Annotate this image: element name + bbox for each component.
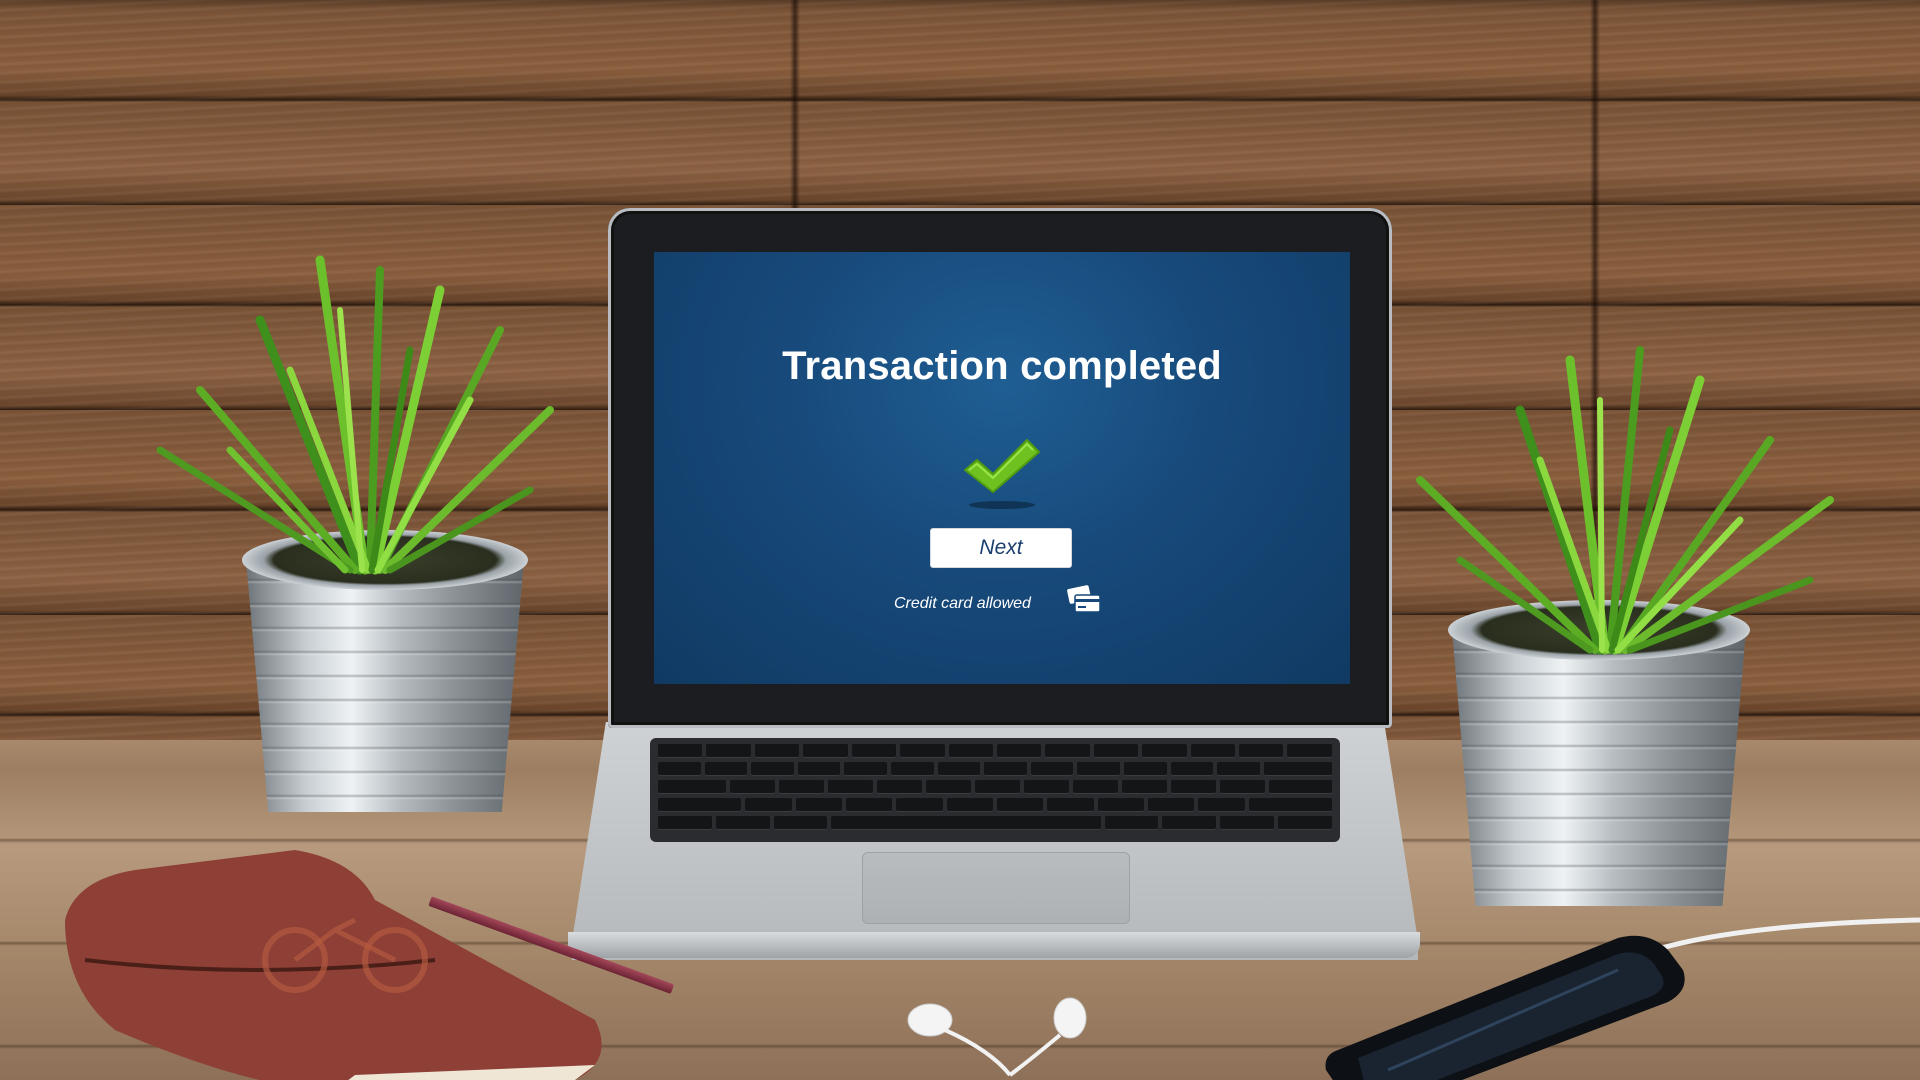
- laptop-front-edge: [568, 932, 1420, 958]
- right-plant-grass: [1416, 346, 1834, 655]
- laptop-screen: Transaction completed Next Credit card a…: [654, 252, 1350, 684]
- checkmark-icon: [964, 439, 1040, 493]
- next-button[interactable]: Next: [930, 528, 1072, 568]
- photo-scene: Transaction completed Next Credit card a…: [0, 0, 1920, 1080]
- checkmark-shadow: [969, 501, 1035, 509]
- left-plant-grass: [156, 255, 554, 575]
- earbuds: [907, 997, 1087, 1077]
- credit-card-allowed-label: Credit card allowed: [894, 595, 1031, 612]
- laptop-keyboard: [650, 738, 1340, 842]
- credit-card-icon: [1067, 585, 1101, 613]
- smartphone: [1325, 935, 1685, 1080]
- laptop-trackpad: [862, 852, 1130, 924]
- transaction-title: Transaction completed: [782, 344, 1222, 388]
- leather-notebook: [65, 850, 602, 1080]
